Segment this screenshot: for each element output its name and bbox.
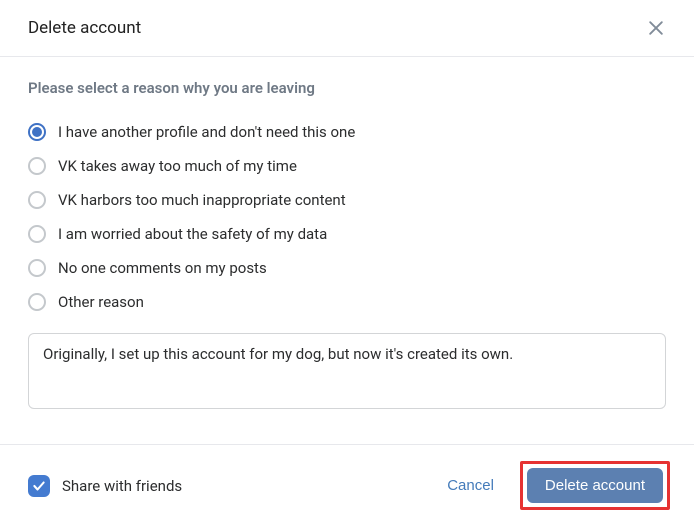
reason-option[interactable]: Other reason	[28, 285, 666, 319]
reason-label: VK takes away too much of my time	[58, 157, 297, 175]
reason-label: VK harbors too much inappropriate conten…	[58, 191, 346, 209]
reason-option[interactable]: VK harbors too much inappropriate conten…	[28, 183, 666, 217]
reason-option[interactable]: I am worried about the safety of my data	[28, 217, 666, 251]
radio-icon	[28, 293, 46, 311]
reason-radio-group: I have another profile and don't need th…	[28, 115, 666, 319]
comment-textarea[interactable]	[28, 333, 666, 409]
delete-button-highlight: Delete account	[520, 461, 670, 510]
reason-label: I am worried about the safety of my data	[58, 225, 327, 243]
dialog-title: Delete account	[28, 18, 141, 38]
share-label: Share with friends	[62, 477, 182, 495]
reason-label: I have another profile and don't need th…	[58, 123, 355, 141]
delete-account-button[interactable]: Delete account	[527, 468, 663, 503]
dialog-body: Please select a reason why you are leavi…	[0, 57, 694, 423]
dialog-footer: Share with friends Cancel Delete account	[0, 444, 694, 526]
reason-option[interactable]: I have another profile and don't need th…	[28, 115, 666, 149]
close-icon	[646, 18, 666, 38]
reason-label: No one comments on my posts	[58, 259, 267, 277]
radio-icon	[28, 157, 46, 175]
share-with-friends-checkbox[interactable]: Share with friends	[28, 475, 182, 497]
reason-label: Other reason	[58, 293, 144, 311]
reason-prompt: Please select a reason why you are leavi…	[28, 79, 666, 97]
radio-icon	[28, 259, 46, 277]
dialog-header: Delete account	[0, 0, 694, 57]
cancel-button[interactable]: Cancel	[429, 467, 512, 504]
reason-option[interactable]: VK takes away too much of my time	[28, 149, 666, 183]
radio-icon	[28, 191, 46, 209]
reason-option[interactable]: No one comments on my posts	[28, 251, 666, 285]
checkbox-icon	[28, 475, 50, 497]
footer-actions: Cancel Delete account	[429, 461, 670, 510]
checkmark-icon	[32, 479, 46, 493]
radio-icon	[28, 123, 46, 141]
radio-icon	[28, 225, 46, 243]
close-button[interactable]	[642, 14, 670, 42]
